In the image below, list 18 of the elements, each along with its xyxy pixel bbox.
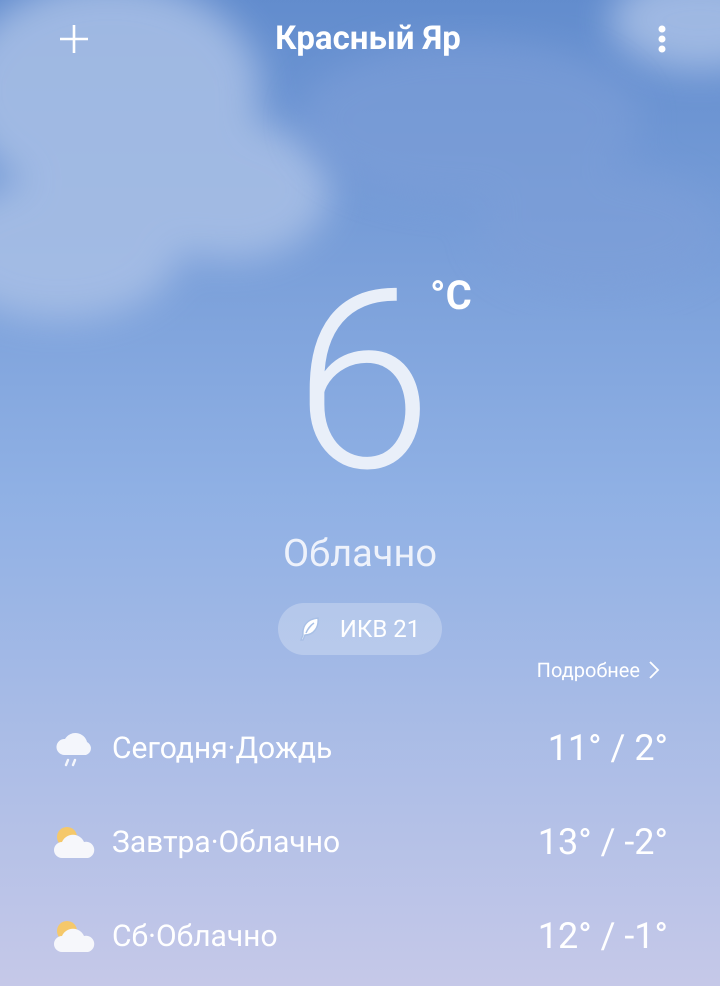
air-quality-badge[interactable]: ИКВ 21: [278, 603, 442, 655]
city-title: Красный Яр: [275, 18, 461, 60]
add-icon: [59, 24, 89, 54]
condition-text: Облачно: [282, 531, 438, 578]
details-link[interactable]: Подробнее: [536, 655, 660, 685]
temperature: 6: [294, 278, 426, 488]
temperature-unit: °C: [430, 276, 472, 316]
chevron-right-icon: [648, 660, 660, 680]
partly-cloudy-icon: [54, 825, 96, 859]
temperature-range: 11° / 2°: [548, 726, 668, 771]
leaf-icon: [300, 617, 320, 641]
forecast-day: Сегодня·Дождь: [112, 726, 548, 770]
partly-cloudy-icon: [54, 919, 96, 953]
temperature-range: 12° / -1°: [538, 914, 668, 959]
forecast-day: Сб·Облачно: [112, 914, 538, 958]
forecast-day: Завтра·Облачно: [112, 820, 538, 864]
more-icon: [657, 24, 667, 54]
temperature-range: 13° / -2°: [538, 820, 668, 865]
